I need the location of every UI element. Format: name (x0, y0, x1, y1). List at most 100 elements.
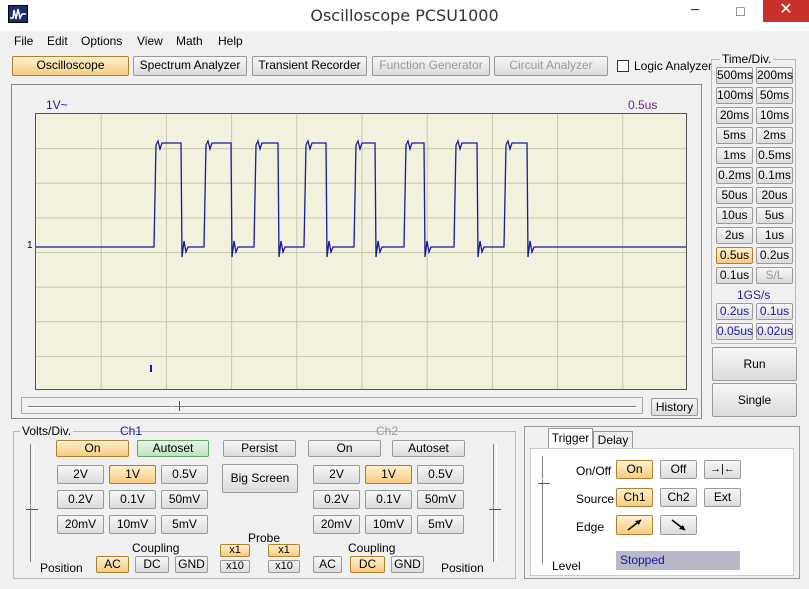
ch1-volts-20mV-button[interactable]: 20mV (57, 515, 104, 534)
timediv-2us-button[interactable]: 2us (716, 227, 753, 244)
timediv-01ms-button[interactable]: 0.1ms (756, 167, 793, 184)
ch2-dc-button[interactable]: DC (350, 556, 385, 573)
volts-div-title: Volts/Div. (20, 424, 74, 438)
ch2-volts-2V-button[interactable]: 2V (313, 465, 360, 484)
trigger-center-button[interactable]: →|← (704, 460, 741, 479)
run-button[interactable]: Run (712, 347, 797, 381)
falling-edge-button[interactable] (660, 515, 697, 535)
logic-analyzer-checkbox[interactable] (617, 60, 629, 72)
ch1-probe-x1-button[interactable]: x1 (220, 544, 250, 557)
ch2-ac-button[interactable]: AC (313, 556, 342, 573)
scroll-thumb[interactable] (172, 401, 180, 411)
ch1-probe-x10-button[interactable]: x10 (220, 560, 250, 573)
ch2-position-slider[interactable] (493, 444, 497, 562)
ch1-volts-0p5V-button[interactable]: 0.5V (161, 465, 208, 484)
timediv-02us-button[interactable]: 0.2us (716, 303, 753, 320)
timediv-10ms-button[interactable]: 10ms (756, 107, 793, 124)
timediv-100ms-button[interactable]: 100ms (716, 87, 753, 104)
tab-spectrum-analyzer[interactable]: Spectrum Analyzer (133, 56, 247, 76)
tab-transient-recorder[interactable]: Transient Recorder (252, 56, 367, 76)
timediv-20us-button[interactable]: 20us (756, 187, 793, 204)
timediv-2ms-button[interactable]: 2ms (756, 127, 793, 144)
ch2-position-thumb[interactable] (489, 505, 501, 510)
ch1-coupling-label: Coupling (132, 541, 180, 555)
ch1-autoset-button[interactable]: Autoset (137, 440, 209, 457)
timediv-01us-button[interactable]: 0.1us (716, 267, 753, 284)
ch1-volts-2V-button[interactable]: 2V (57, 465, 104, 484)
menu-file[interactable]: File (14, 34, 33, 48)
timediv-005us-button[interactable]: 0.05us (716, 323, 753, 340)
status-field: Stopped (616, 551, 740, 570)
timediv-5us-button[interactable]: 5us (756, 207, 793, 224)
ch2-probe-x1-button[interactable]: x1 (268, 544, 300, 557)
ch1-volts-5mV-button[interactable]: 5mV (161, 515, 208, 534)
ch2-volts-0p5V-button[interactable]: 0.5V (417, 465, 464, 484)
ch1-position-slider[interactable] (30, 444, 34, 562)
minimize-button[interactable]: − (672, 1, 718, 23)
ch2-autoset-button[interactable]: Autoset (392, 440, 465, 457)
menu-help[interactable]: Help (218, 34, 243, 48)
ch2-volts-0p2V-button[interactable]: 0.2V (313, 490, 360, 509)
trigger-level-slider[interactable] (542, 456, 546, 564)
ch2-volts-10mV-button[interactable]: 10mV (365, 515, 412, 534)
ch1-volts-50mV-button[interactable]: 50mV (161, 490, 208, 509)
maximize-button[interactable]: □ (718, 1, 763, 23)
ch2-on-button[interactable]: On (308, 440, 381, 457)
timediv-500ms-button[interactable]: 500ms (716, 67, 753, 84)
timediv-1ms-button[interactable]: 1ms (716, 147, 753, 164)
trigger-on-button[interactable]: On (616, 460, 653, 479)
tab-circuit-analyzer[interactable]: Circuit Analyzer (494, 56, 608, 76)
trigger-source-ext-button[interactable]: Ext (704, 488, 741, 507)
trigger-source-ch2-button[interactable]: Ch2 (660, 488, 697, 507)
timediv-200ms-button[interactable]: 200ms (756, 67, 793, 84)
timediv-05us-button[interactable]: 0.5us (716, 247, 753, 264)
menu-options[interactable]: Options (81, 34, 122, 48)
ch1-volts-1V-button[interactable]: 1V (109, 465, 156, 484)
trigger-off-button[interactable]: Off (660, 460, 697, 479)
ch1-position-thumb[interactable] (26, 505, 38, 510)
timediv-50us-button[interactable]: 50us (716, 187, 753, 204)
history-button[interactable]: History (651, 398, 698, 416)
ch1-dc-button[interactable]: DC (135, 556, 169, 573)
tab-delay[interactable]: Delay (593, 431, 633, 449)
ch1-on-button[interactable]: On (56, 440, 129, 457)
timediv-20ms-button[interactable]: 20ms (716, 107, 753, 124)
timediv-01us-button[interactable]: 0.1us (756, 303, 793, 320)
close-button[interactable]: ✕ (763, 0, 809, 22)
ch1-volts-10mV-button[interactable]: 10mV (109, 515, 156, 534)
ch2-gnd-button[interactable]: GND (391, 556, 424, 573)
ch1-volts-0p1V-button[interactable]: 0.1V (109, 490, 156, 509)
timediv-002us-button[interactable]: 0.02us (756, 323, 793, 340)
timediv-02us-button[interactable]: 0.2us (756, 247, 793, 264)
trigger-level-thumb[interactable] (538, 479, 550, 484)
ch2-probe-x10-button[interactable]: x10 (268, 560, 300, 573)
ch1-ac-button[interactable]: AC (96, 556, 129, 573)
timediv-50ms-button[interactable]: 50ms (756, 87, 793, 104)
menu-edit[interactable]: Edit (47, 34, 68, 48)
menu-math[interactable]: Math (176, 34, 203, 48)
tab-oscilloscope[interactable]: Oscilloscope (12, 56, 129, 76)
ch2-volts-20mV-button[interactable]: 20mV (313, 515, 360, 534)
timediv-1us-button[interactable]: 1us (756, 227, 793, 244)
timediv-05ms-button[interactable]: 0.5ms (756, 147, 793, 164)
tab-function-generator[interactable]: Function Generator (372, 56, 490, 76)
trigger-source-ch1-button[interactable]: Ch1 (616, 488, 653, 507)
time-scrollbar[interactable] (21, 397, 643, 414)
timediv-5ms-button[interactable]: 5ms (716, 127, 753, 144)
ch1-volts-0p2V-button[interactable]: 0.2V (57, 490, 104, 509)
timediv-02ms-button[interactable]: 0.2ms (716, 167, 753, 184)
ch2-volts-50mV-button[interactable]: 50mV (417, 490, 464, 509)
timediv-SL-button[interactable]: S/L (756, 267, 793, 284)
big-screen-button[interactable]: Big Screen (222, 464, 298, 493)
timediv-10us-button[interactable]: 10us (716, 207, 753, 224)
menu-view[interactable]: View (137, 34, 163, 48)
tab-trigger[interactable]: Trigger (548, 428, 593, 449)
persist-button[interactable]: Persist (223, 440, 296, 457)
ch2-volts-5mV-button[interactable]: 5mV (417, 515, 464, 534)
ch1-gnd-button[interactable]: GND (175, 556, 208, 573)
scope-display[interactable] (35, 113, 687, 390)
ch2-volts-1V-button[interactable]: 1V (365, 465, 412, 484)
single-button[interactable]: Single (712, 383, 797, 417)
rising-edge-button[interactable] (616, 515, 653, 535)
ch2-volts-0p1V-button[interactable]: 0.1V (365, 490, 412, 509)
